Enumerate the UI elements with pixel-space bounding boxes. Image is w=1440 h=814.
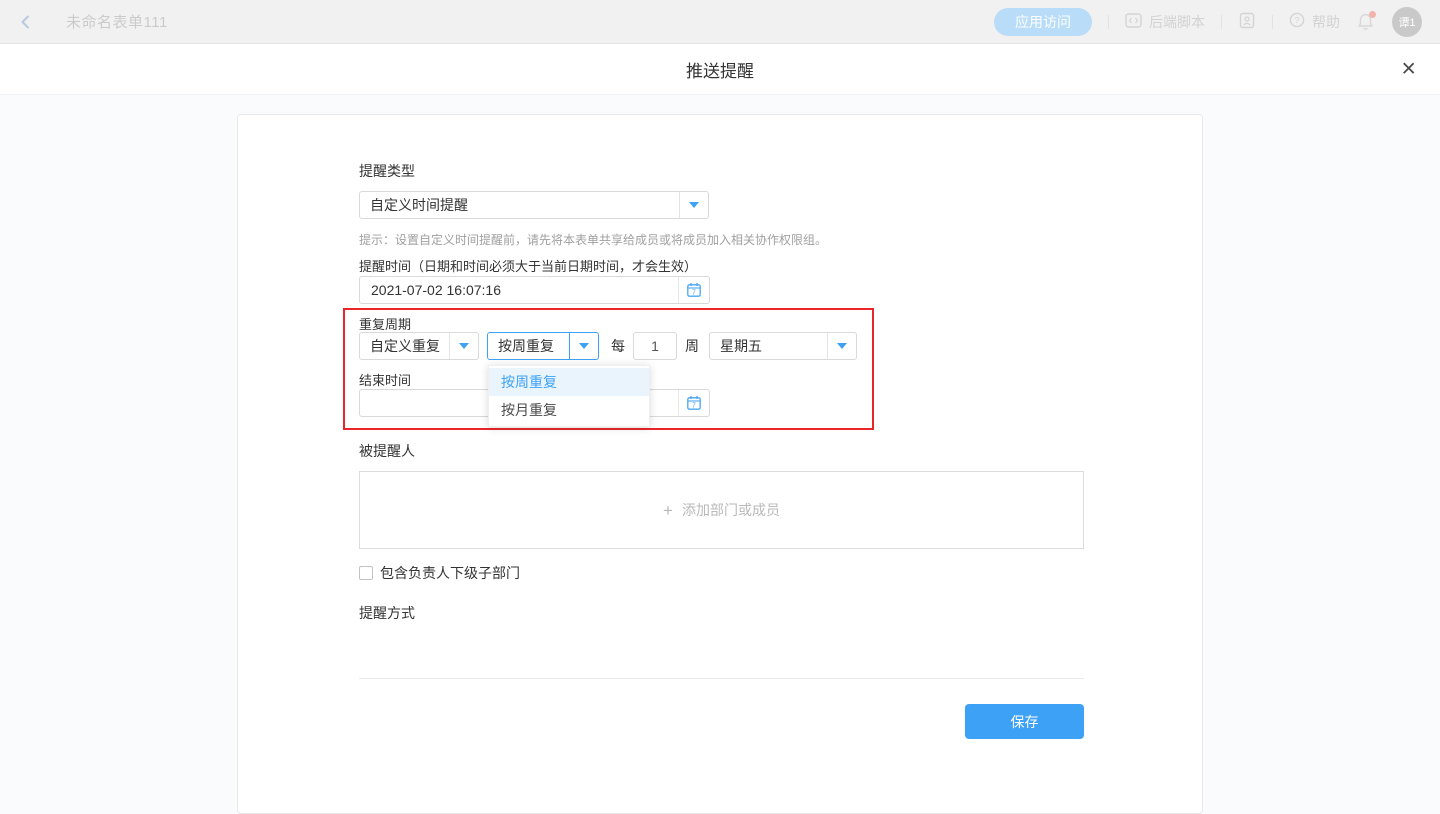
code-icon <box>1125 13 1142 31</box>
notification-bell-icon[interactable] <box>1356 12 1376 32</box>
dropdown-option-weekly[interactable]: 按周重复 <box>489 368 649 396</box>
notification-dot <box>1369 11 1376 18</box>
frequency-dropdown-menu: 按周重复 按月重复 <box>488 365 650 427</box>
include-sub-row: 包含负责人下级子部门 <box>359 563 520 583</box>
divider <box>359 678 1084 679</box>
help-button[interactable]: ? 帮助 <box>1289 12 1340 32</box>
repeat-mode-select[interactable]: 自定义重复 <box>359 332 479 360</box>
repeat-frequency-value: 按周重复 <box>488 336 569 356</box>
plus-icon: + <box>663 502 673 519</box>
contact-card-button[interactable] <box>1238 12 1256 32</box>
every-prefix: 每 <box>611 336 625 356</box>
reminder-time-input[interactable] <box>360 282 678 298</box>
weekday-select[interactable]: 星期五 <box>709 332 857 360</box>
backend-script-button[interactable]: 后端脚本 <box>1125 12 1205 32</box>
add-members-box[interactable]: + 添加部门或成员 <box>359 471 1084 549</box>
calendar-icon[interactable]: 7 <box>678 390 709 416</box>
chevron-down-icon <box>827 333 856 359</box>
question-icon: ? <box>1289 12 1305 31</box>
app-access-button[interactable]: 应用访问 <box>994 8 1092 36</box>
every-unit: 周 <box>685 336 699 356</box>
include-sub-checkbox[interactable] <box>359 566 373 580</box>
reminded-people-label: 被提醒人 <box>359 441 415 461</box>
repeat-label: 重复周期 <box>359 314 411 333</box>
reminder-time-label: 提醒时间（日期和时间必须大于当前日期时间，才会生效） <box>359 256 697 275</box>
back-chevron-icon[interactable] <box>18 13 36 31</box>
form-title: 未命名表单111 <box>66 11 168 32</box>
reminder-type-label: 提醒类型 <box>359 161 415 181</box>
contact-card-icon <box>1238 12 1256 32</box>
repeat-interval-input[interactable] <box>633 332 677 360</box>
close-icon[interactable]: × <box>1401 57 1416 82</box>
svg-text:7: 7 <box>692 290 696 297</box>
repeat-mode-value: 自定义重复 <box>360 336 449 356</box>
divider <box>1272 15 1273 29</box>
hint-text: 提示：设置自定义时间提醒前，请先将本表单共享给成员或将成员加入相关协作权限组。 <box>359 231 827 248</box>
end-time-label: 结束时间 <box>359 370 411 389</box>
avatar[interactable]: 谭1 <box>1392 7 1422 37</box>
settings-card: 提醒类型 自定义时间提醒 提示：设置自定义时间提醒前，请先将本表单共享给成员或将… <box>237 114 1203 814</box>
add-members-text: 添加部门或成员 <box>682 500 780 520</box>
reminder-type-select[interactable]: 自定义时间提醒 <box>359 191 709 219</box>
repeat-frequency-select[interactable]: 按周重复 <box>487 332 599 360</box>
weekday-value: 星期五 <box>710 336 827 356</box>
svg-text:7: 7 <box>692 403 696 410</box>
chevron-down-icon <box>449 333 478 359</box>
reminder-time-input-group: 7 <box>359 276 710 304</box>
calendar-icon[interactable]: 7 <box>678 277 709 303</box>
chevron-down-icon <box>569 333 598 359</box>
modal-title: 推送提醒 <box>686 57 754 82</box>
svg-text:?: ? <box>1295 15 1300 25</box>
chevron-down-icon <box>679 192 708 218</box>
include-sub-label: 包含负责人下级子部门 <box>380 563 520 583</box>
modal-header: 推送提醒 × <box>0 44 1440 95</box>
divider <box>1221 15 1222 29</box>
reminder-method-label: 提醒方式 <box>359 603 415 623</box>
reminder-type-value: 自定义时间提醒 <box>360 195 679 215</box>
topbar: 未命名表单111 应用访问 后端脚本 ? 帮助 <box>0 0 1440 44</box>
save-button[interactable]: 保存 <box>965 704 1084 739</box>
divider <box>1108 15 1109 29</box>
modal-body: 提醒类型 自定义时间提醒 提示：设置自定义时间提醒前，请先将本表单共享给成员或将… <box>0 95 1440 757</box>
dropdown-option-monthly[interactable]: 按月重复 <box>489 396 649 424</box>
